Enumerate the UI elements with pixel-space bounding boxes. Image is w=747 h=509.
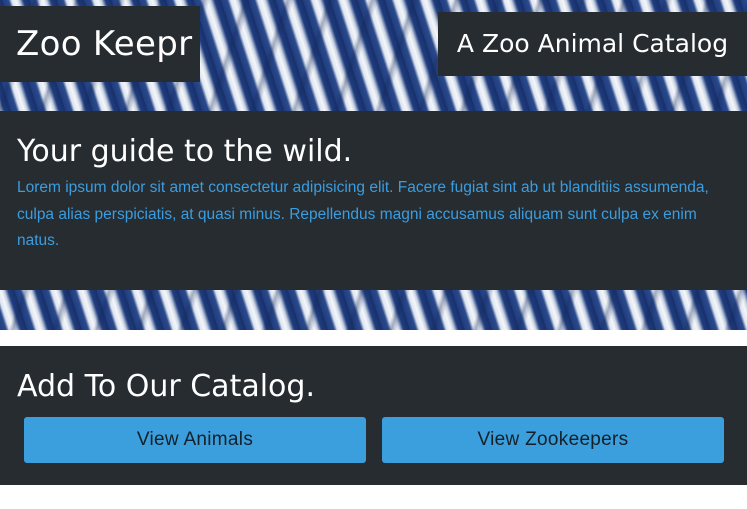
site-tagline: A Zoo Animal Catalog — [438, 12, 747, 76]
view-zookeepers-button[interactable]: View Zookeepers — [382, 417, 724, 463]
zebra-hero-banner: Zoo Keepr A Zoo Animal Catalog Your guid… — [0, 0, 747, 330]
intro-body: Lorem ipsum dolor sit amet consectetur a… — [17, 179, 709, 249]
intro-panel: Your guide to the wild. Lorem ipsum dolo… — [0, 111, 747, 290]
catalog-panel: Add To Our Catalog. View Animals View Zo… — [0, 346, 747, 485]
catalog-heading: Add To Our Catalog. — [17, 369, 315, 404]
brand-logo[interactable]: Zoo Keepr — [0, 6, 200, 82]
intro-heading: Your guide to the wild. — [17, 134, 353, 169]
view-animals-button[interactable]: View Animals — [24, 417, 366, 463]
